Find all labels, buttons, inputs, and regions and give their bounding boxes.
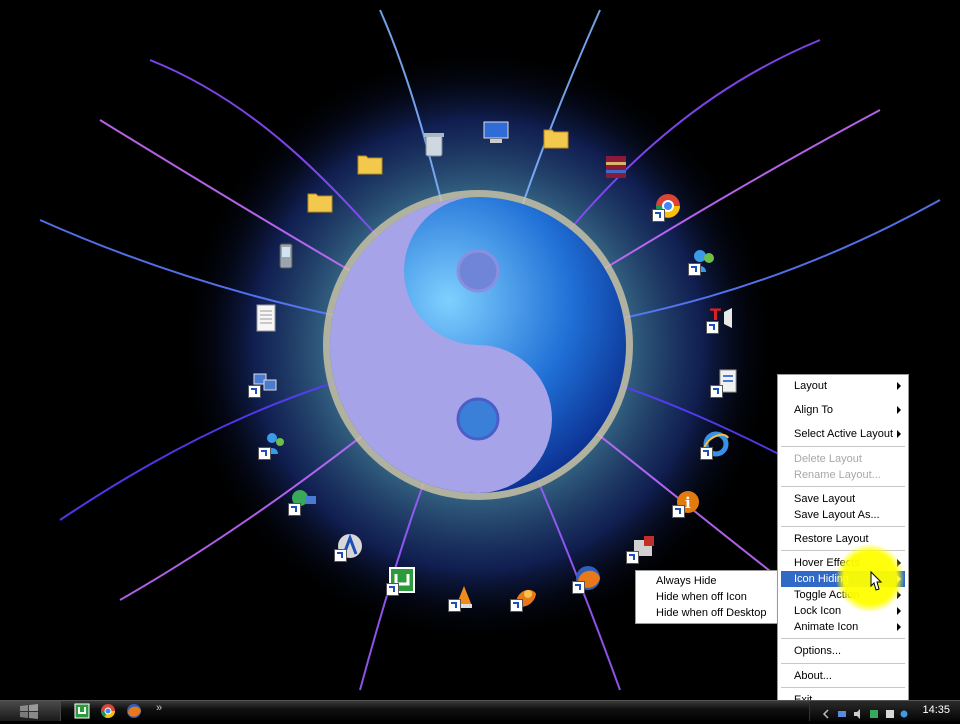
volume-tray-icon[interactable] <box>854 706 862 719</box>
security-tray-icon[interactable] <box>870 706 878 718</box>
system-tray: 14:35 <box>809 701 960 721</box>
menu-item-rename-layout[interactable]: Rename Layout... <box>781 467 905 483</box>
network-tray-icon[interactable] <box>838 706 846 717</box>
windows-logo-icon <box>20 704 38 719</box>
menu-separator <box>781 638 905 639</box>
utorrent-shortcut-icon[interactable] <box>386 564 418 596</box>
utorrent-icon[interactable] <box>74 703 90 719</box>
chrome-icon[interactable] <box>100 703 116 719</box>
text-document-icon[interactable] <box>250 302 282 334</box>
menu-item-delete-layout[interactable]: Delete Layout <box>781 451 905 467</box>
quick-launch-more-button[interactable]: » <box>156 702 162 714</box>
menu-item-always-hide[interactable]: Always Hide <box>639 573 775 589</box>
menu-item-align-to[interactable]: Align To <box>781 402 905 418</box>
menu-separator <box>781 687 905 688</box>
taskbar-clock[interactable]: 14:35 <box>922 704 950 716</box>
menu-item-save-layout-as[interactable]: Save Layout As... <box>781 507 905 523</box>
menu-separator <box>781 486 905 487</box>
menu-item-select-active-layout[interactable]: Select Active Layout <box>781 426 905 442</box>
document-shortcut-icon[interactable] <box>710 366 742 398</box>
folder-icon[interactable] <box>354 148 386 180</box>
folder-icon[interactable] <box>540 122 572 154</box>
submenu-arrow-icon <box>897 607 901 615</box>
menu-item-hide-when-off-desktop[interactable]: Hide when off Desktop <box>639 605 775 621</box>
vlc-shortcut-icon[interactable] <box>448 580 480 612</box>
update-tray-icon[interactable] <box>900 706 908 718</box>
menu-separator <box>781 446 905 447</box>
tray-arrow-icon[interactable] <box>822 706 830 719</box>
folder-icon[interactable] <box>304 186 336 218</box>
msn-shortcut-icon[interactable] <box>258 428 290 460</box>
network-shortcut-icon[interactable] <box>288 484 320 516</box>
media-player-shortcut-icon[interactable]: T <box>706 302 738 334</box>
messenger-shortcut-icon[interactable] <box>688 244 720 276</box>
submenu-arrow-icon <box>897 623 901 631</box>
svg-text:i: i <box>685 494 691 512</box>
desktop-context-menu: Layout Align To Select Active Layout Del… <box>777 374 909 714</box>
firefox-alt-shortcut-icon[interactable] <box>510 580 542 612</box>
mobile-device-icon[interactable] <box>270 240 302 272</box>
winrar-archive-icon[interactable] <box>600 150 632 182</box>
icon-hiding-submenu: Always Hide Hide when off Icon Hide when… <box>635 570 779 624</box>
start-button[interactable] <box>0 701 61 721</box>
submenu-arrow-icon <box>897 382 901 390</box>
menu-item-about[interactable]: About... <box>781 668 905 684</box>
menu-item-restore-layout[interactable]: Restore Layout <box>781 531 905 547</box>
network-places-shortcut-icon[interactable] <box>248 366 280 398</box>
internet-explorer-shortcut-icon[interactable] <box>700 428 732 460</box>
mouse-pointer-icon <box>870 570 883 591</box>
taskbar: » 14:35 <box>0 700 960 721</box>
avast-shortcut-icon[interactable] <box>334 530 366 562</box>
chrome-shortcut-icon[interactable] <box>652 190 684 222</box>
info-shortcut-icon[interactable]: i <box>672 486 704 518</box>
firefox-icon[interactable] <box>126 703 142 719</box>
app-tray-icon[interactable] <box>886 706 894 718</box>
my-computer-icon[interactable] <box>480 116 512 148</box>
menu-item-options[interactable]: Options... <box>781 643 905 659</box>
firefox-shortcut-icon[interactable] <box>572 562 604 594</box>
menu-item-save-layout[interactable]: Save Layout <box>781 491 905 507</box>
submenu-arrow-icon <box>897 430 901 438</box>
menu-item-animate-icon[interactable]: Animate Icon <box>781 619 905 635</box>
settings-shortcut-icon[interactable] <box>626 532 658 564</box>
recycle-bin-icon[interactable] <box>418 128 450 160</box>
submenu-arrow-icon <box>897 406 901 414</box>
menu-separator <box>781 663 905 664</box>
menu-item-layout[interactable]: Layout <box>781 378 905 394</box>
menu-item-hide-when-off-icon[interactable]: Hide when off Icon <box>639 589 775 605</box>
menu-separator <box>781 526 905 527</box>
